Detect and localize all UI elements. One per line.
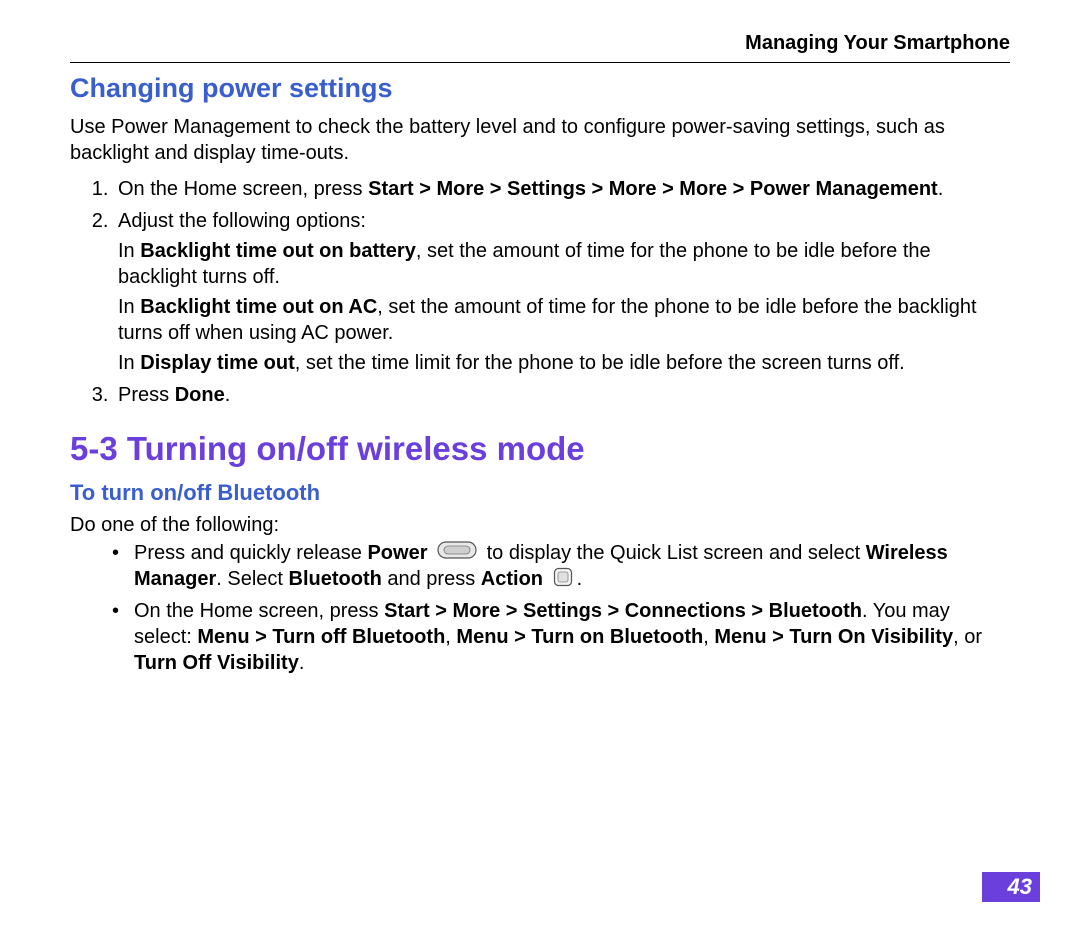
subheading-bluetooth: To turn on/off Bluetooth	[70, 479, 1010, 508]
step1-post: .	[938, 178, 944, 200]
b1-pre: Press and quickly release	[134, 542, 367, 564]
step2c: In Display time out, set the time limit …	[118, 350, 1010, 376]
chapter-heading-wireless: 5-3 Turning on/off wireless mode	[70, 428, 1010, 471]
b2-sep2: ,	[703, 626, 714, 648]
power-steps-list: On the Home screen, press Start > More >…	[70, 176, 1010, 408]
b2-opt1: Menu > Turn off Bluetooth	[197, 626, 445, 648]
section-heading-power: Changing power settings	[70, 71, 1010, 106]
b1-mid2: . Select	[216, 568, 288, 590]
b1-post: .	[577, 568, 583, 590]
b2-sep1: ,	[445, 626, 456, 648]
step2c-bold: Display time out	[140, 352, 294, 374]
running-header: Managing Your Smartphone	[70, 30, 1010, 56]
step1-pre: On the Home screen, press	[118, 178, 368, 200]
step2c-post: , set the time limit for the phone to be…	[295, 352, 905, 374]
step2b-pre: In	[118, 296, 140, 318]
b2-post: .	[299, 652, 305, 674]
step2a: In Backlight time out on battery, set th…	[118, 238, 1010, 290]
step-1: On the Home screen, press Start > More >…	[114, 176, 1010, 202]
b2-mid2: , or	[953, 626, 982, 648]
bluetooth-bullets: Press and quickly release Power to displ…	[70, 540, 1010, 676]
b2-opt3: Menu > Turn On Visibility	[714, 626, 953, 648]
header-rule	[70, 62, 1010, 63]
b2-opt2: Menu > Turn on Bluetooth	[456, 626, 703, 648]
step2c-pre: In	[118, 352, 140, 374]
step2a-pre: In	[118, 240, 140, 262]
step-2: Adjust the following options: In Backlig…	[114, 208, 1010, 376]
action-button-icon	[553, 567, 573, 594]
power-intro-text: Use Power Management to check the batter…	[70, 114, 1010, 166]
b1-bluetooth: Bluetooth	[289, 568, 382, 590]
step2-text: Adjust the following options:	[118, 210, 366, 232]
step-3: Press Done.	[114, 382, 1010, 408]
step2a-bold: Backlight time out on battery	[140, 240, 416, 262]
page-number-badge: 43	[982, 872, 1040, 902]
power-button-icon	[437, 540, 477, 566]
b2-pre: On the Home screen, press	[134, 600, 384, 622]
document-page: Managing Your Smartphone Changing power …	[0, 0, 1080, 930]
b2-opt4: Turn Off Visibility	[134, 652, 299, 674]
bluetooth-intro: Do one of the following:	[70, 512, 1010, 538]
step2b-bold: Backlight time out on AC	[140, 296, 377, 318]
step3-bold: Done	[175, 384, 225, 406]
b1-mid3: and press	[382, 568, 481, 590]
step2b: In Backlight time out on AC, set the amo…	[118, 294, 1010, 346]
b2-path: Start > More > Settings > Connections > …	[384, 600, 862, 622]
step3-pre: Press	[118, 384, 175, 406]
b1-action: Action	[481, 568, 543, 590]
step3-post: .	[225, 384, 231, 406]
b1-power-label: Power	[367, 542, 427, 564]
bullet-1: Press and quickly release Power to displ…	[106, 540, 1010, 594]
step1-bold: Start > More > Settings > More > More > …	[368, 178, 938, 200]
bullet-2: On the Home screen, press Start > More >…	[106, 598, 1010, 676]
b1-mid1: to display the Quick List screen and sel…	[487, 542, 866, 564]
